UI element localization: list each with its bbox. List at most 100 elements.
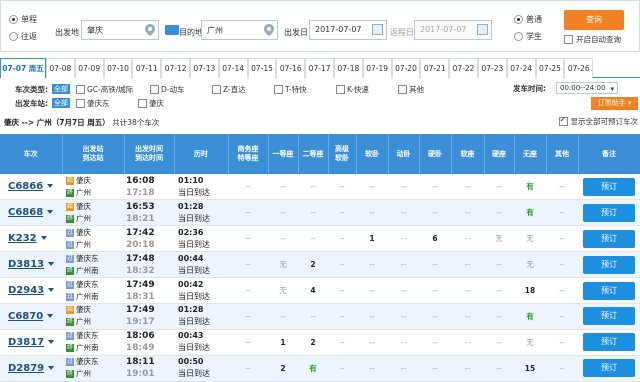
duration: 00:50 (178, 357, 204, 367)
date-tab[interactable]: 07-11 (132, 58, 162, 78)
date-tab[interactable]: 07-16 (276, 58, 306, 78)
type-option[interactable]: Z-直达 (212, 84, 274, 95)
from-input[interactable]: 肇庆 (81, 20, 159, 40)
auto-query-toggle[interactable]: 开启自动查询 (564, 34, 621, 45)
auto-query-checkbox[interactable] (564, 35, 573, 44)
date-input[interactable]: 2017-07-07 (309, 20, 387, 40)
normal-radio[interactable]: 普通 (514, 14, 542, 25)
date-tab[interactable]: 07-17 (305, 58, 334, 78)
chevron-down-icon[interactable] (47, 313, 54, 318)
to-input[interactable]: 广州 (201, 20, 278, 40)
arrival-day: 当日到达 (178, 265, 210, 275)
train-count: 共计38个车次 (112, 118, 160, 127)
train-number[interactable]: K232 (0, 225, 62, 253)
book-button[interactable]: 预订 (583, 359, 635, 378)
type-option-label: GC-高铁/城际 (87, 84, 134, 94)
book-button[interactable]: 预订 (583, 203, 635, 222)
book-button[interactable]: 预订 (583, 255, 635, 274)
depart-time: 17:42 (126, 227, 155, 238)
query-button[interactable]: 查询 (564, 10, 624, 30)
book-button[interactable]: 预订 (583, 333, 635, 352)
date-tab[interactable]: 07-19 (362, 58, 392, 78)
station-all-tag[interactable]: 全部 (52, 98, 70, 108)
date-tab[interactable]: 07-22 (449, 58, 478, 78)
station-checkbox[interactable] (76, 98, 85, 108)
train-number[interactable]: D2879 (0, 355, 62, 382)
from-station-name: 肇庆 (76, 227, 91, 237)
book-cell: 预订 (578, 251, 640, 279)
type-option[interactable]: T-特快 (274, 84, 336, 95)
train-number[interactable]: D3813 (0, 251, 62, 279)
type-checkbox[interactable] (274, 84, 283, 94)
show-all-checkbox[interactable] (558, 115, 568, 126)
column-header: 商务座 特等座 (228, 134, 269, 174)
depart-time-select[interactable]: 00:00--24:00 ▾ (556, 82, 618, 94)
column-header[interactable]: 历时 (174, 134, 229, 174)
train-number[interactable]: C6866 (0, 174, 62, 201)
calendar-icon[interactable] (372, 24, 383, 35)
one-way-radio[interactable]: 单程 (9, 14, 37, 25)
type-checkbox[interactable] (212, 84, 221, 94)
train-number[interactable]: D2943 (0, 277, 62, 304)
date-tab[interactable]: 07-26 (564, 58, 594, 78)
calendar-icon[interactable] (477, 24, 488, 35)
type-all-tag[interactable]: 全部 (52, 84, 70, 94)
order-help-button[interactable]: 订票助手 ▾ (591, 97, 638, 110)
column-header[interactable]: 出发时间 到达时间 (124, 134, 175, 174)
train-number[interactable]: C6868 (0, 199, 62, 227)
seat-cell: -- (298, 199, 328, 227)
date-tab[interactable]: 07-13 (189, 58, 219, 78)
station-option[interactable]: 肇庆东 (76, 98, 138, 109)
chevron-down-icon[interactable] (48, 262, 55, 267)
chevron-down-icon[interactable] (48, 339, 55, 344)
type-checkbox[interactable] (336, 84, 345, 94)
chevron-down-icon[interactable] (47, 210, 54, 215)
column-header[interactable]: 车次 (0, 134, 63, 174)
type-checkbox[interactable] (150, 84, 159, 94)
seat-cell: -- (268, 303, 298, 330)
date-tab[interactable]: 07-25 (535, 58, 565, 78)
train-number[interactable]: D3817 (0, 329, 62, 356)
date-tab[interactable]: 07-21 (420, 58, 450, 78)
date-tab[interactable]: 07-18 (333, 58, 363, 78)
date-tab[interactable]: 07-09 (74, 58, 104, 78)
date-tab[interactable]: 07-20 (391, 58, 421, 78)
date-tab[interactable]: 07-14 (218, 58, 248, 78)
date-tab[interactable]: 07-07 周五 (0, 58, 46, 78)
date-tab[interactable]: 07-15 (247, 58, 277, 78)
book-button[interactable]: 预订 (583, 281, 635, 300)
chevron-down-icon[interactable] (48, 288, 55, 292)
book-button[interactable]: 预订 (583, 229, 635, 248)
train-number[interactable]: C6870 (0, 303, 62, 330)
duration: 01:28 (178, 305, 204, 315)
round-trip-radio[interactable]: 往返 (9, 31, 37, 42)
chevron-down-icon[interactable] (47, 184, 54, 189)
date-tab[interactable]: 07-24 (506, 58, 536, 78)
column-header[interactable]: 出发站 到达站 (62, 134, 125, 174)
type-checkbox[interactable] (398, 84, 407, 94)
station-option[interactable]: 肇庆 (138, 98, 200, 109)
type-checkbox[interactable] (76, 84, 85, 94)
chevron-down-icon[interactable] (48, 365, 55, 370)
type-option[interactable]: GC-高铁/城际 (76, 84, 150, 95)
type-option[interactable]: D-动车 (150, 84, 212, 95)
book-button[interactable]: 预订 (583, 177, 635, 196)
show-all-label: 显示全部可预订车次 (570, 117, 639, 126)
type-option[interactable]: 其他 (398, 84, 438, 95)
return-input[interactable]: 2017-07-07 (414, 20, 492, 40)
station-checkbox[interactable] (138, 98, 147, 108)
date-tab[interactable]: 07-08 (46, 58, 75, 78)
seat-availability: -- (280, 208, 286, 218)
swap-icon[interactable] (165, 25, 179, 35)
date-tab[interactable]: 07-23 (477, 58, 507, 78)
date-tab[interactable]: 07-10 (103, 58, 133, 78)
show-all-toggle[interactable]: 显示全部可预订车次 (558, 115, 639, 127)
book-button[interactable]: 预订 (583, 307, 635, 326)
chevron-down-icon[interactable] (40, 236, 47, 241)
seat-availability: -- (310, 311, 316, 321)
seat-availability: -- (339, 260, 345, 270)
date-tab[interactable]: 07-12 (161, 58, 190, 78)
column-header: 硬卧 (419, 134, 452, 174)
student-radio[interactable]: 学生 (514, 31, 542, 42)
type-option[interactable]: K-快速 (336, 84, 398, 95)
